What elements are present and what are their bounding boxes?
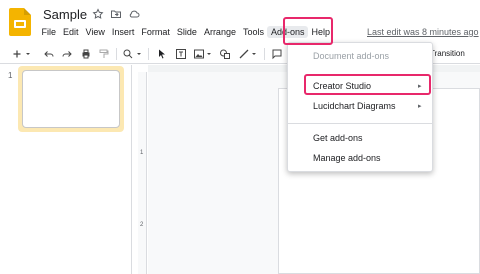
- zoom-icon[interactable]: [121, 47, 135, 61]
- toolbar-divider: [264, 48, 265, 60]
- menu-divider: [288, 123, 432, 124]
- zoom-dropdown-icon[interactable]: [135, 47, 143, 61]
- document-title[interactable]: Sample: [43, 7, 87, 22]
- add-ons-highlight: [283, 17, 333, 45]
- document-add-ons-item: Document add-ons: [313, 51, 390, 61]
- move-to-folder-icon[interactable]: [110, 8, 122, 20]
- new-slide-dropdown-icon[interactable]: [24, 47, 32, 61]
- title-icons: [92, 8, 140, 20]
- line-dropdown-icon[interactable]: [250, 47, 258, 61]
- paint-format-icon[interactable]: [97, 47, 111, 61]
- print-icon[interactable]: [79, 47, 93, 61]
- menu-arrange[interactable]: Arrange: [200, 26, 239, 38]
- slides-logo[interactable]: [9, 8, 31, 36]
- vertical-ruler: 1 2: [138, 72, 147, 274]
- shape-icon[interactable]: [218, 47, 232, 61]
- toolbar-divider: [148, 48, 149, 60]
- image-dropdown-icon[interactable]: [205, 47, 213, 61]
- last-edit-link[interactable]: Last edit was 8 minutes ago: [367, 26, 479, 38]
- manage-add-ons-item[interactable]: Manage add-ons: [313, 153, 381, 163]
- submenu-arrow-icon: ▸: [418, 103, 422, 110]
- menu-edit[interactable]: Edit: [60, 26, 83, 38]
- redo-icon[interactable]: [60, 47, 74, 61]
- select-icon[interactable]: [155, 47, 169, 61]
- creator-studio-highlight: [304, 74, 431, 95]
- toolbar-divider: [116, 48, 117, 60]
- transition-button[interactable]: Transition: [430, 49, 465, 58]
- new-slide-icon[interactable]: [10, 47, 24, 61]
- menu-insert[interactable]: Insert: [108, 26, 138, 38]
- text-box-icon[interactable]: [174, 47, 188, 61]
- ruler-mark: 1: [140, 150, 144, 156]
- menu-view[interactable]: View: [82, 26, 108, 38]
- menu-tools[interactable]: Tools: [239, 26, 267, 38]
- cloud-status-icon[interactable]: [128, 8, 140, 20]
- menu-format[interactable]: Format: [138, 26, 174, 38]
- image-icon[interactable]: [192, 47, 206, 61]
- menu-file[interactable]: File: [38, 26, 60, 38]
- star-icon[interactable]: [92, 8, 104, 20]
- get-add-ons-item[interactable]: Get add-ons: [313, 133, 363, 143]
- undo-icon[interactable]: [42, 47, 56, 61]
- slide-thumbnail[interactable]: [22, 70, 120, 128]
- ruler-mark: 2: [140, 222, 144, 228]
- menu-slide[interactable]: Slide: [173, 26, 200, 38]
- line-icon[interactable]: [237, 47, 251, 61]
- comment-icon[interactable]: [270, 47, 284, 61]
- slide-number: 1: [8, 71, 13, 80]
- lucidchart-diagrams-item[interactable]: Lucidchart Diagrams: [313, 101, 396, 111]
- add-ons-dropdown: Document add-ons Creator Studio ▸ Lucidc…: [287, 42, 433, 172]
